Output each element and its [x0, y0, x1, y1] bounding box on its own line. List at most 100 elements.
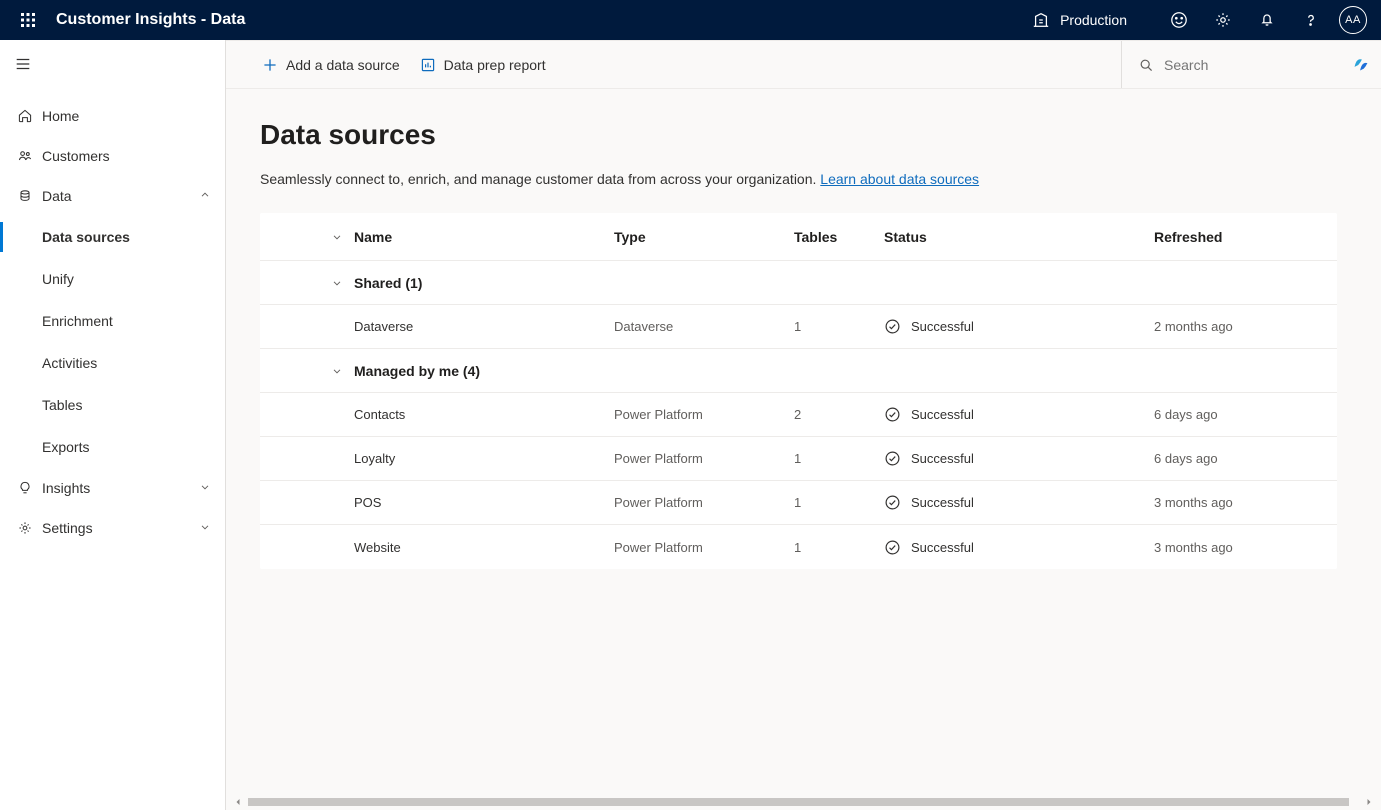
col-type[interactable]: Type — [614, 229, 794, 245]
cmd-label: Data prep report — [444, 57, 546, 73]
scroll-left-icon[interactable] — [232, 796, 244, 808]
row-status: Successful — [884, 318, 1154, 335]
nav-sub-exports[interactable]: Exports — [0, 426, 225, 468]
database-icon — [14, 188, 36, 204]
check-circle-icon — [884, 450, 901, 467]
notifications-button[interactable] — [1245, 0, 1289, 40]
row-tables: 1 — [794, 540, 884, 555]
main: Add a data source Data prep report Data — [226, 40, 1381, 810]
scroll-right-icon[interactable] — [1363, 796, 1375, 808]
chevron-down-icon — [199, 520, 211, 536]
search-input[interactable] — [1162, 56, 1302, 74]
chevron-up-icon — [199, 188, 211, 204]
app-launcher-button[interactable] — [8, 0, 48, 40]
row-tables: 2 — [794, 407, 884, 422]
nav-sub-label: Enrichment — [42, 313, 113, 329]
check-circle-icon — [884, 494, 901, 511]
row-name: Contacts — [354, 407, 614, 422]
waffle-icon — [20, 12, 36, 28]
status-text: Successful — [911, 495, 974, 510]
nav-sub-label: Unify — [42, 271, 74, 287]
chevron-down-icon[interactable] — [320, 277, 354, 289]
sidebar: Home Customers Data Data sources — [0, 40, 226, 810]
feedback-button[interactable] — [1157, 0, 1201, 40]
col-tables[interactable]: Tables — [794, 229, 884, 245]
row-refreshed: 3 months ago — [1154, 540, 1304, 555]
col-status[interactable]: Status — [884, 229, 1154, 245]
table-row[interactable]: Loyalty Power Platform 1 Successful 6 da… — [260, 437, 1337, 481]
content: Data sources Seamlessly connect to, enri… — [226, 89, 1381, 794]
table-row[interactable]: Dataverse Dataverse 1 Successful 2 month… — [260, 305, 1337, 349]
subtitle-text: Seamlessly connect to, enrich, and manag… — [260, 171, 820, 187]
people-icon — [14, 148, 36, 164]
row-refreshed: 3 months ago — [1154, 495, 1304, 510]
add-data-source-button[interactable]: Add a data source — [254, 41, 408, 88]
environment-name: Production — [1060, 12, 1127, 28]
sort-button[interactable] — [320, 231, 354, 243]
data-sources-table: Name Type Tables Status Refreshed Shared… — [260, 213, 1337, 569]
nav-item-settings[interactable]: Settings — [0, 508, 225, 548]
bell-icon — [1258, 11, 1276, 29]
table-row[interactable]: Website Power Platform 1 Successful 3 mo… — [260, 525, 1337, 569]
status-text: Successful — [911, 451, 974, 466]
row-tables: 1 — [794, 495, 884, 510]
nav-sub-label: Data sources — [42, 229, 130, 245]
building-icon — [1032, 11, 1050, 29]
nav-item-insights[interactable]: Insights — [0, 468, 225, 508]
nav-sub-tables[interactable]: Tables — [0, 384, 225, 426]
row-name: Website — [354, 540, 614, 555]
nav-item-customers[interactable]: Customers — [0, 136, 225, 176]
nav-sub-enrichment[interactable]: Enrichment — [0, 300, 225, 342]
help-button[interactable] — [1289, 0, 1333, 40]
cmd-label: Add a data source — [286, 57, 400, 73]
learn-link[interactable]: Learn about data sources — [820, 171, 979, 187]
row-status: Successful — [884, 450, 1154, 467]
search-icon — [1138, 57, 1154, 73]
col-refreshed[interactable]: Refreshed — [1154, 229, 1304, 245]
nav-item-data[interactable]: Data — [0, 176, 225, 216]
status-text: Successful — [911, 319, 974, 334]
chevron-down-icon — [199, 480, 211, 496]
environment-picker[interactable]: Production — [1032, 11, 1127, 29]
plus-icon — [262, 57, 278, 73]
table-row[interactable]: POS Power Platform 1 Successful 3 months… — [260, 481, 1337, 525]
scroll-track[interactable] — [248, 796, 1359, 808]
nav-sub-label: Exports — [42, 439, 89, 455]
group-header[interactable]: Shared (1) — [260, 261, 1337, 305]
search-box[interactable] — [1121, 41, 1341, 88]
nav-label: Settings — [42, 520, 93, 536]
settings-button[interactable] — [1201, 0, 1245, 40]
lightbulb-icon — [14, 480, 36, 496]
gear-icon — [1214, 11, 1232, 29]
copilot-icon — [1350, 54, 1372, 76]
row-type: Power Platform — [614, 407, 794, 422]
row-name: Dataverse — [354, 319, 614, 334]
user-avatar[interactable]: AA — [1339, 6, 1367, 34]
scroll-thumb[interactable] — [248, 798, 1349, 806]
row-status: Successful — [884, 406, 1154, 423]
check-circle-icon — [884, 539, 901, 556]
nav-sub-activities[interactable]: Activities — [0, 342, 225, 384]
group-header[interactable]: Managed by me (4) — [260, 349, 1337, 393]
nav-item-home[interactable]: Home — [0, 96, 225, 136]
nav-label: Data — [42, 188, 72, 204]
nav-label: Home — [42, 108, 79, 124]
table-row[interactable]: Contacts Power Platform 2 Successful 6 d… — [260, 393, 1337, 437]
row-tables: 1 — [794, 319, 884, 334]
row-type: Power Platform — [614, 451, 794, 466]
nav-sub-label: Tables — [42, 397, 82, 413]
nav-collapse-button[interactable] — [0, 40, 225, 88]
gear-icon — [14, 520, 36, 536]
question-icon — [1302, 11, 1320, 29]
chevron-down-icon[interactable] — [320, 365, 354, 377]
col-name[interactable]: Name — [354, 229, 614, 245]
nav-sub-unify[interactable]: Unify — [0, 258, 225, 300]
horizontal-scrollbar[interactable] — [226, 794, 1381, 810]
nav-label: Insights — [42, 480, 90, 496]
data-prep-report-button[interactable]: Data prep report — [412, 41, 554, 88]
copilot-button[interactable] — [1341, 41, 1381, 89]
page-subtitle: Seamlessly connect to, enrich, and manag… — [260, 171, 1337, 187]
row-status: Successful — [884, 539, 1154, 556]
check-circle-icon — [884, 318, 901, 335]
nav-sub-data-sources[interactable]: Data sources — [0, 216, 225, 258]
